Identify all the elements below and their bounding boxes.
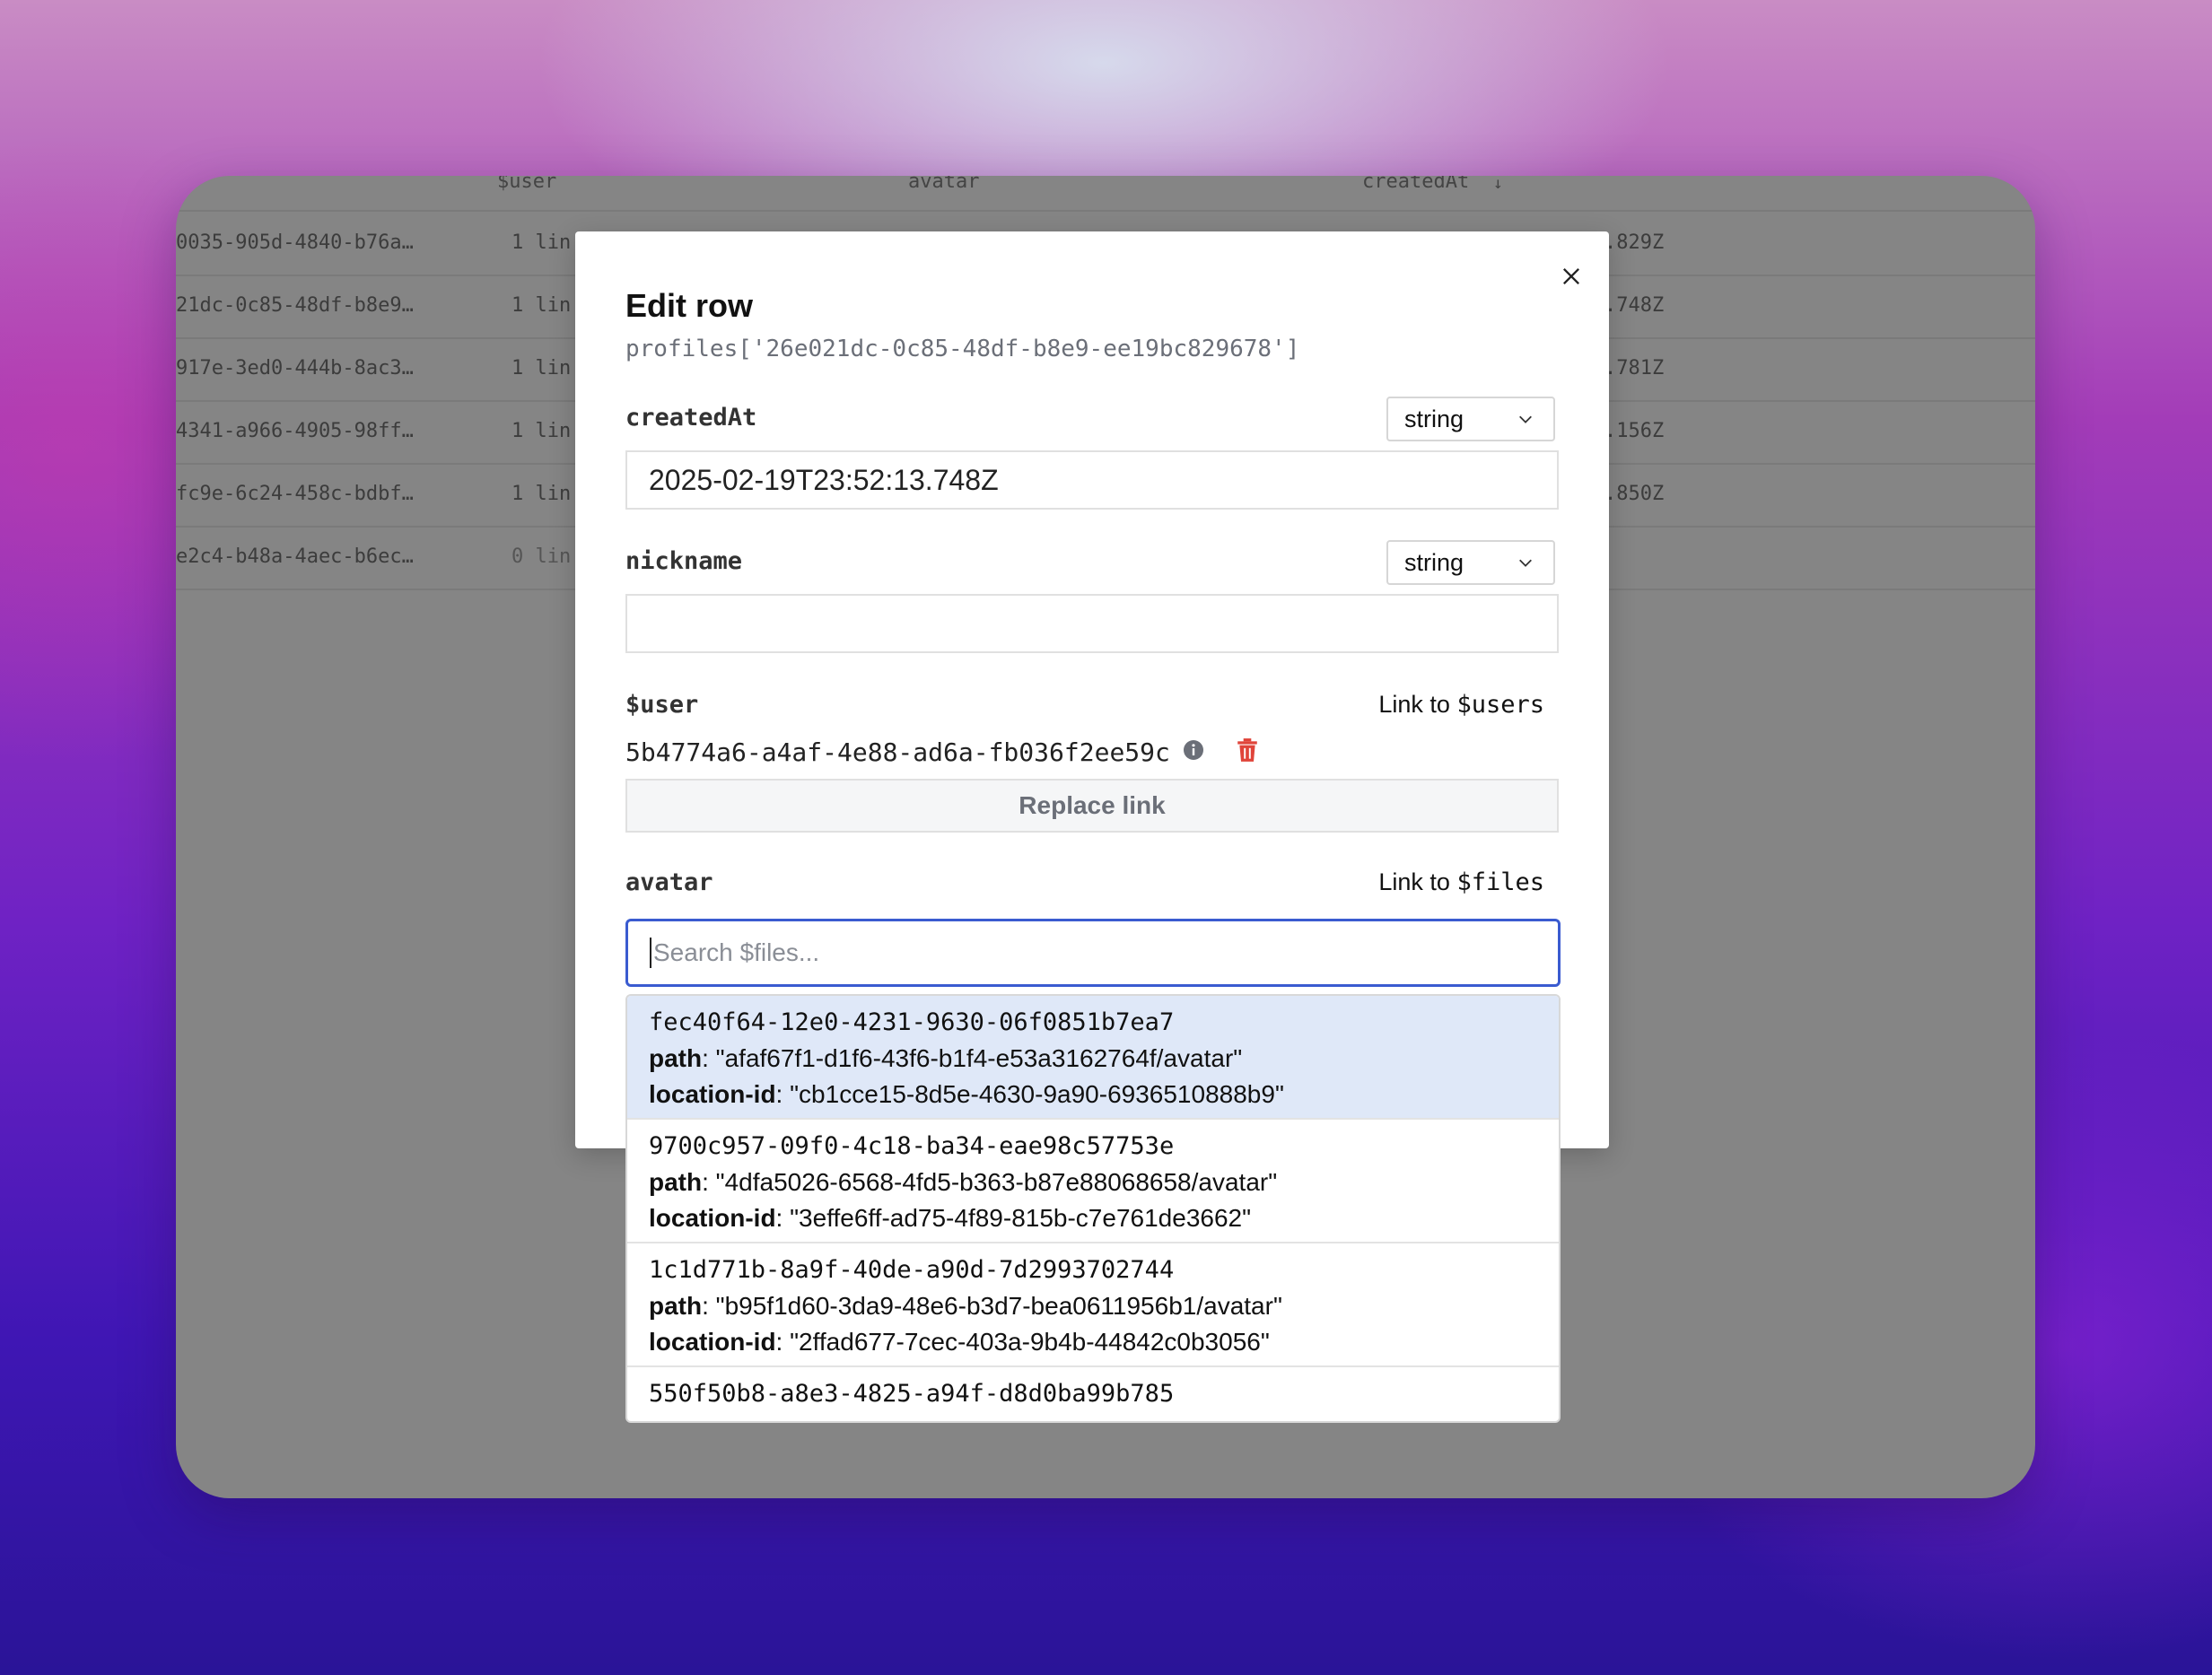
- location-key: location-id: [649, 1204, 776, 1232]
- row-date: .829Z: [1604, 231, 1665, 254]
- path-key: path: [649, 1292, 703, 1320]
- createdat-value: 2025-02-19T23:52:13.748Z: [649, 463, 999, 496]
- field-label-avatar: avatar: [625, 868, 713, 896]
- column-header-createdat[interactable]: createdAt: [1362, 176, 1469, 193]
- option-location: location-id: "3effe6ff-ad75-4f89-815b-c7…: [649, 1200, 1537, 1236]
- link-prefix: Link to: [1378, 868, 1457, 895]
- avatar-link-target: Link to $files: [1378, 868, 1544, 896]
- row-links: 1 lin: [511, 294, 572, 317]
- column-header-avatar[interactable]: avatar: [908, 176, 979, 193]
- option-id: 1c1d771b-8a9f-40de-a90d-7d2993702744: [649, 1256, 1175, 1284]
- field-label-nickname: nickname: [625, 547, 743, 575]
- user-link-target: Link to $users: [1378, 691, 1544, 719]
- type-select-value: string: [1404, 548, 1464, 576]
- dropdown-option[interactable]: fec40f64-12e0-4231-9630-06f0851b7ea7 pat…: [627, 996, 1559, 1120]
- row-id: 917e-3ed0-444b-8ac3…: [176, 357, 414, 379]
- option-id: fec40f64-12e0-4231-9630-06f0851b7ea7: [649, 1008, 1175, 1036]
- location-key: location-id: [649, 1080, 776, 1108]
- trash-icon[interactable]: [1236, 737, 1259, 763]
- text-caret: [650, 938, 651, 968]
- row-date: .748Z: [1604, 294, 1665, 317]
- createdat-type-select[interactable]: string: [1386, 397, 1555, 441]
- info-icon[interactable]: [1183, 739, 1204, 761]
- row-id: fc9e-6c24-458c-bdbf…: [176, 483, 414, 505]
- option-location: location-id: "cb1cce15-8d5e-4630-9a90-69…: [649, 1077, 1537, 1112]
- dropdown-option[interactable]: 1c1d771b-8a9f-40de-a90d-7d2993702744 pat…: [627, 1243, 1559, 1367]
- path-value: : "b95f1d60-3da9-48e6-b3d7-bea0611956b1/…: [702, 1292, 1282, 1320]
- field-label-createdat: createdAt: [625, 404, 757, 432]
- row-date: .156Z: [1604, 420, 1665, 442]
- option-path: path: "b95f1d60-3da9-48e6-b3d7-bea061195…: [649, 1288, 1537, 1324]
- close-icon[interactable]: [1559, 264, 1584, 289]
- row-date: .781Z: [1604, 357, 1665, 379]
- row-links: 0 lin: [511, 545, 572, 568]
- type-select-value: string: [1404, 405, 1464, 432]
- dropdown-option[interactable]: 550f50b8-a8e3-4825-a94f-d8d0ba99b785: [627, 1367, 1559, 1421]
- nickname-type-select[interactable]: string: [1386, 540, 1555, 585]
- column-header-user[interactable]: $user: [497, 176, 556, 193]
- link-target-name: $files: [1456, 868, 1544, 896]
- row-id: 4341-a966-4905-98ff…: [176, 420, 414, 442]
- link-prefix: Link to: [1378, 691, 1457, 718]
- table-header: $user avatar createdAt ↓: [176, 176, 2035, 212]
- path-key: path: [649, 1168, 703, 1196]
- nickname-input[interactable]: [625, 594, 1559, 653]
- option-location: location-id: "2ffad677-7cec-403a-9b4b-44…: [649, 1324, 1537, 1360]
- search-placeholder: Search $files...: [653, 938, 820, 966]
- row-links: 1 lin: [511, 420, 572, 442]
- chevron-down-icon: [1519, 559, 1532, 567]
- option-path: path: "4dfa5026-6568-4fd5-b363-b87e88068…: [649, 1165, 1537, 1200]
- path-value: : "4dfa5026-6568-4fd5-b363-b87e88068658/…: [702, 1168, 1278, 1196]
- location-value: : "cb1cce15-8d5e-4630-9a90-6936510888b9": [775, 1080, 1284, 1108]
- row-links: 1 lin: [511, 357, 572, 379]
- files-dropdown[interactable]: fec40f64-12e0-4231-9630-06f0851b7ea7 pat…: [625, 994, 1561, 1423]
- path-key: path: [649, 1044, 703, 1072]
- modal-subtitle: profiles['26e021dc-0c85-48df-b8e9-ee19bc…: [625, 336, 1300, 362]
- files-search-input[interactable]: Search $files...: [625, 919, 1561, 987]
- option-id: 9700c957-09f0-4c18-ba34-eae98c57753e: [649, 1132, 1175, 1160]
- dropdown-option[interactable]: 9700c957-09f0-4c18-ba34-eae98c57753e pat…: [627, 1120, 1559, 1243]
- option-path: path: "afaf67f1-d1f6-43f6-b1f4-e53a31627…: [649, 1041, 1537, 1077]
- option-id: 550f50b8-a8e3-4825-a94f-d8d0ba99b785: [649, 1380, 1175, 1408]
- link-target-name: $users: [1456, 691, 1544, 719]
- sort-desc-icon[interactable]: ↓: [1493, 176, 1503, 193]
- row-id: 21dc-0c85-48df-b8e9…: [176, 294, 414, 317]
- createdat-input[interactable]: 2025-02-19T23:52:13.748Z: [625, 450, 1559, 510]
- replace-link-button[interactable]: Replace link: [625, 779, 1559, 833]
- modal-title: Edit row: [625, 287, 753, 324]
- row-id: 0035-905d-4840-b76a…: [176, 231, 414, 254]
- path-value: : "afaf67f1-d1f6-43f6-b1f4-e53a3162764f/…: [702, 1044, 1243, 1072]
- location-key: location-id: [649, 1328, 776, 1356]
- row-links: 1 lin: [511, 231, 572, 254]
- location-value: : "3effe6ff-ad75-4f89-815b-c7e761de3662": [775, 1204, 1252, 1232]
- location-value: : "2ffad677-7cec-403a-9b4b-44842c0b3056": [775, 1328, 1270, 1356]
- row-date: .850Z: [1604, 483, 1665, 505]
- row-id: e2c4-b48a-4aec-b6ec…: [176, 545, 414, 568]
- chevron-down-icon: [1519, 415, 1532, 423]
- field-label-user: $user: [625, 691, 699, 719]
- linked-user-id: 5b4774a6-a4af-4e88-ad6a-fb036f2ee59c: [625, 737, 1170, 767]
- row-links: 1 lin: [511, 483, 572, 505]
